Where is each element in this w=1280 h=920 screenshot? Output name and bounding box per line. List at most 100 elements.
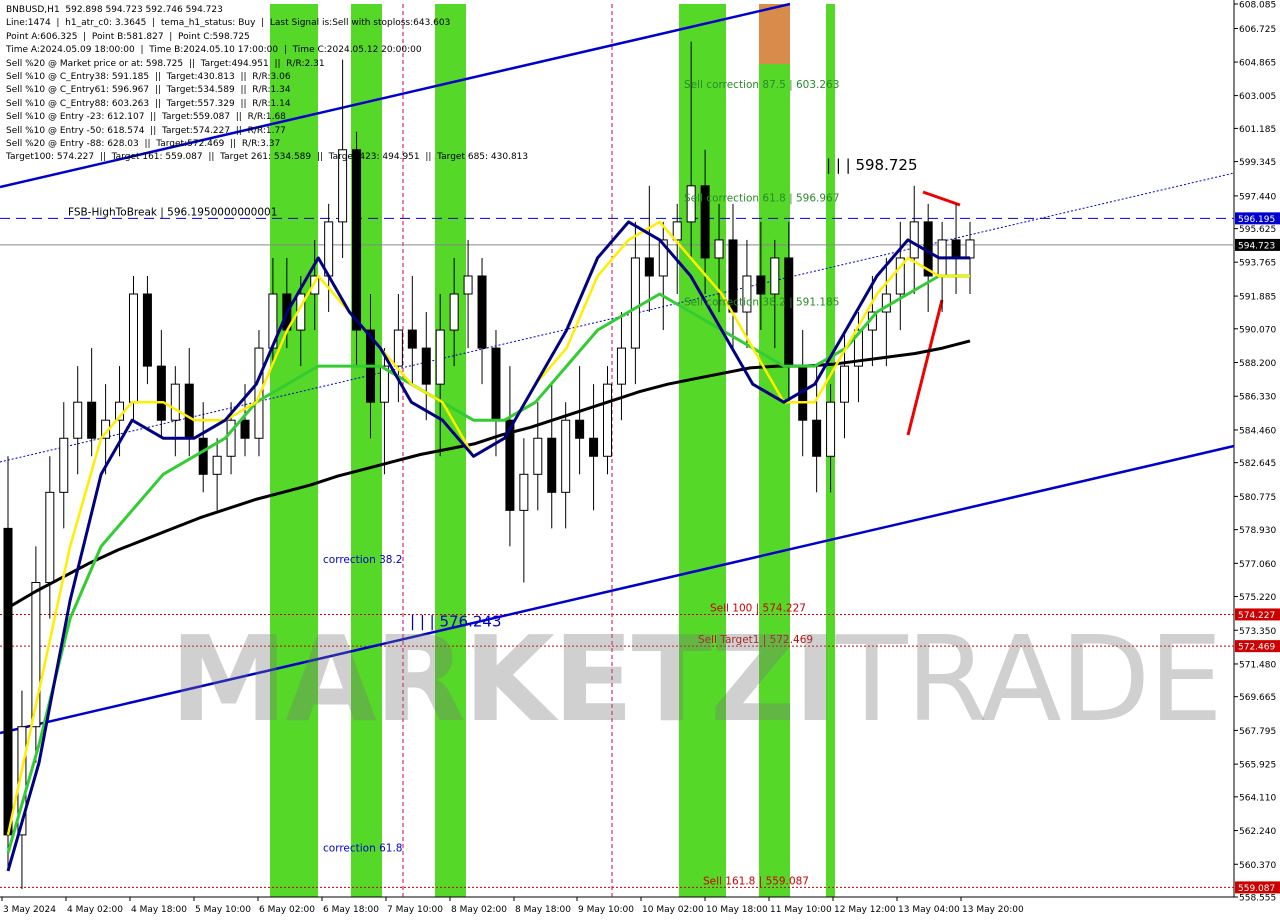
- x-tick-label: 8 May 02:00: [451, 905, 507, 915]
- x-tick-label: 6 May 18:00: [323, 905, 379, 915]
- annotation-label: correction 61.8: [323, 843, 402, 855]
- info-line: BNBUSD,H1 592.898 594.723 592.746 594.72…: [6, 5, 223, 15]
- candle-body: [812, 419, 822, 457]
- y-tick-label: 558.555: [1239, 894, 1276, 904]
- info-line: Sell %20 @ Entry -88: 628.03 || Target:5…: [6, 138, 281, 149]
- y-tick-label: 586.330: [1239, 393, 1276, 403]
- candle-body: [324, 221, 334, 277]
- candle-body: [714, 239, 724, 259]
- price-tag-label: 594.723: [1238, 241, 1275, 251]
- watermark: MARKETZITRADE: [170, 610, 1223, 748]
- x-tick-label: 11 May 10:00: [770, 905, 832, 915]
- y-tick-label: 584.460: [1239, 426, 1276, 436]
- info-line: Sell %10 @ Entry -23: 612.107 || Target:…: [6, 112, 286, 123]
- price-tag-label: 572.469: [1238, 643, 1275, 653]
- y-tick-label: 599.345: [1239, 158, 1276, 168]
- candle-body: [393, 329, 403, 367]
- candle-body: [198, 437, 208, 475]
- y-tick-label: 567.795: [1239, 727, 1276, 737]
- x-tick-label: 6 May 02:00: [259, 905, 315, 915]
- x-tick-label: 9 May 10:00: [578, 905, 634, 915]
- info-line: Target100: 574.227 || Target 161: 559.08…: [6, 152, 529, 163]
- candle-body: [226, 419, 236, 457]
- price-axis[interactable]: 608.085 606.725 604.865 603.005 601.185 599.3…: [1234, 1, 1280, 904]
- x-tick-label: 12 May 12:00: [834, 905, 896, 915]
- candle-body: [407, 329, 417, 349]
- candle-body: [170, 383, 180, 421]
- price-tag-label: 596.195: [1238, 215, 1275, 225]
- watermark-light: TRADE: [835, 610, 1223, 748]
- signal-zone: [759, 4, 790, 897]
- signal-zone-top: [759, 4, 790, 64]
- annotation-label: Sell 161.8 | 559.087: [703, 875, 809, 887]
- candle-body: [45, 491, 55, 583]
- annotation-label: | | | 598.725: [826, 156, 918, 174]
- candle-body: [547, 437, 557, 493]
- x-tick-label: 3 May 2024: [3, 905, 56, 915]
- y-tick-label: 590.070: [1239, 325, 1276, 335]
- annotation-label: FSB-HighToBreak | 596.1950000000001: [68, 206, 277, 218]
- candle-body: [73, 401, 83, 439]
- candle-body: [770, 257, 780, 295]
- candle-body: [784, 257, 794, 367]
- candle-body: [840, 365, 850, 403]
- candle-body: [142, 293, 152, 367]
- y-tick-label: 606.725: [1239, 25, 1276, 35]
- info-line: Sell %10 @ C_Entry88: 603.263 || Target:…: [6, 98, 291, 109]
- y-tick-label: 580.775: [1239, 493, 1276, 503]
- y-tick-label: 604.865: [1239, 59, 1276, 69]
- chart-annotations: FSB-HighToBreak | 596.1950000000001 Sell …: [68, 79, 918, 887]
- annotation-label: correction 38.2: [323, 554, 402, 566]
- candle-body: [463, 275, 473, 295]
- y-tick-label: 588.200: [1239, 359, 1276, 369]
- y-tick-label: 591.885: [1239, 293, 1276, 303]
- y-tick-label: 569.665: [1239, 693, 1276, 703]
- info-line: Sell %10 @ C_Entry38: 591.185 || Target:…: [6, 71, 291, 82]
- y-tick-label: 564.110: [1239, 793, 1276, 803]
- x-tick-label: 10 May 18:00: [706, 905, 768, 915]
- y-tick-label: 578.930: [1239, 526, 1276, 536]
- ema-navy-line: [6, 220, 970, 872]
- y-tick-label: 562.240: [1239, 827, 1276, 837]
- info-line: Sell %10 @ Entry -50: 618.574 || Target:…: [6, 125, 286, 136]
- x-tick-label: 13 May 04:00: [898, 905, 960, 915]
- info-panel: BNBUSD,H1 592.898 594.723 592.746 594.72…: [6, 4, 528, 165]
- candle-body: [589, 437, 599, 457]
- candle-body: [519, 473, 529, 511]
- candle-body: [756, 275, 766, 295]
- x-tick-label: 5 May 10:00: [195, 905, 251, 915]
- candle-body: [561, 419, 571, 493]
- signal-zone: [679, 4, 726, 897]
- candle-body: [449, 293, 459, 331]
- candle-body: [3, 527, 13, 836]
- candle-body: [826, 401, 836, 457]
- pattern-line: [922, 190, 961, 207]
- candle-body: [352, 149, 362, 331]
- x-tick-label: 4 May 02:00: [67, 905, 123, 915]
- candle-body: [184, 383, 194, 439]
- candle-body: [575, 419, 585, 439]
- candle-body: [491, 347, 501, 421]
- y-tick-label: 565.925: [1239, 761, 1276, 771]
- x-tick-label: 10 May 02:00: [642, 905, 704, 915]
- candle-body: [59, 437, 69, 493]
- y-tick-label: 573.350: [1239, 627, 1276, 637]
- annotation-label: Sell correction 61.8 | 596.967: [684, 192, 839, 204]
- info-line: Time A:2024.05.09 18:00:00 | Time B:2024…: [6, 45, 422, 56]
- time-axis[interactable]: 3 May 2024 4 May 02:00 4 May 18:00 5 May 10…: [1, 897, 1024, 915]
- annotation-label: Sell correction 87.5 | 603.263: [684, 79, 839, 91]
- y-tick-label: 575.220: [1239, 593, 1276, 603]
- info-line: Sell %10 @ C_Entry61: 596.967 || Target:…: [6, 85, 291, 96]
- candle-body: [909, 221, 919, 259]
- x-tick-label: 7 May 10:00: [387, 905, 443, 915]
- y-tick-label: 608.085: [1239, 1, 1276, 11]
- pattern-line: [906, 299, 944, 436]
- annotation-label: Sell correction 38.2 | 591.185: [684, 297, 839, 309]
- price-tag-label: 574.227: [1238, 611, 1275, 621]
- x-tick-label: 8 May 18:00: [515, 905, 571, 915]
- candle-body: [212, 455, 222, 475]
- x-tick-label: 4 May 18:00: [131, 905, 187, 915]
- y-tick-label: 571.480: [1239, 660, 1276, 670]
- candle-body: [616, 347, 626, 385]
- info-line: Point A:606.325 | Point B:581.827 | Poin…: [6, 31, 250, 42]
